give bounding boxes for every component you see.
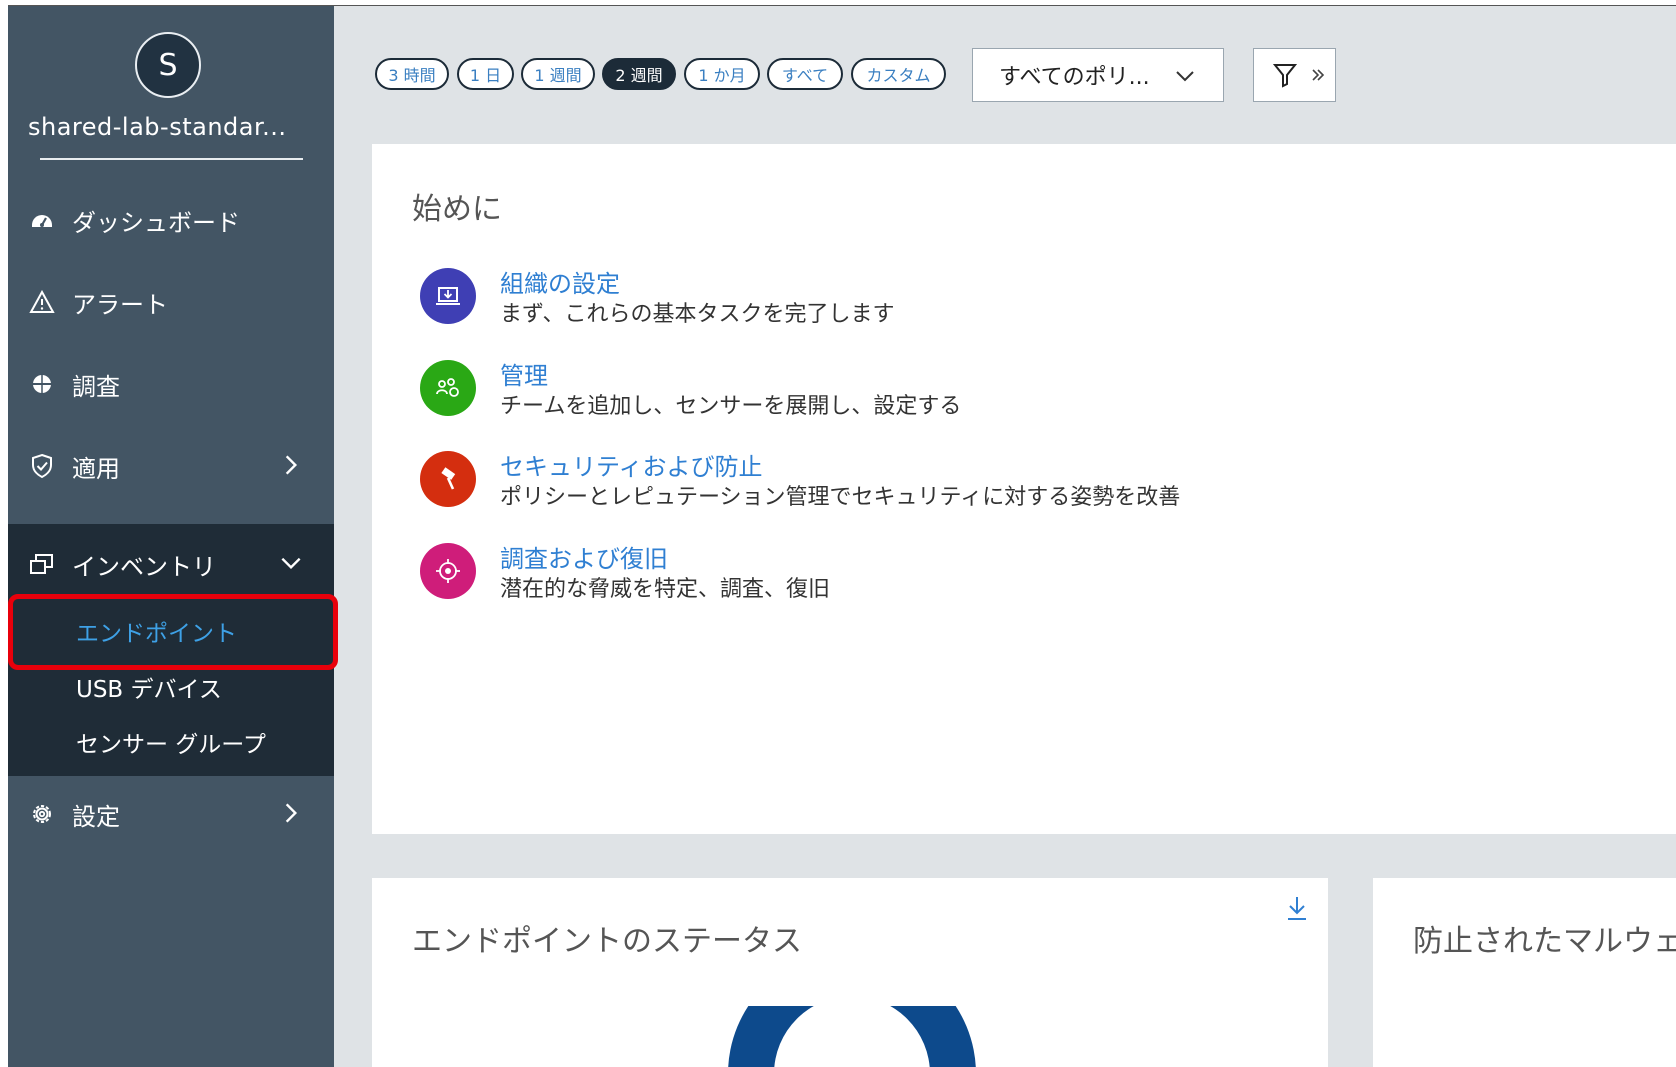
time-filter-1w[interactable]: 1 週間	[521, 58, 595, 90]
setup-laptop-icon	[420, 268, 476, 324]
chevron-down-icon	[1176, 71, 1194, 82]
gs-link-security[interactable]: セキュリティおよび防止	[500, 447, 763, 482]
endpoint-status-title: エンドポイントのステータス	[412, 924, 802, 959]
gs-desc-org-setup: まず、これらの基本タスクを完了します	[500, 302, 895, 327]
malware-prevented-title: 防止されたマルウェ	[1413, 924, 1676, 959]
gs-link-admin[interactable]: 管理	[500, 356, 548, 391]
org-divider	[40, 158, 303, 160]
nav-item-dashboard[interactable]: ダッシュボード	[8, 190, 334, 250]
chevron-down-icon	[281, 557, 301, 570]
nav-label-enforce: 適用	[72, 454, 120, 483]
gs-link-org-setup[interactable]: 組織の設定	[500, 264, 620, 299]
shield-check-icon	[28, 452, 56, 480]
dashboard-gauge-icon	[28, 206, 56, 234]
app-frame: S shared-lab-standar... ダッシュボード アラート 調査	[8, 5, 1676, 1067]
nav-sub-sensor-groups[interactable]: センサー グループ	[76, 725, 266, 759]
team-icon	[420, 360, 476, 416]
highlight-box	[8, 594, 338, 670]
org-avatar[interactable]: S	[135, 32, 201, 98]
nav-item-settings[interactable]: 設定	[8, 784, 334, 844]
gs-item-org-setup: 組織の設定 まず、これらの基本タスクを完了します	[420, 264, 1320, 332]
funnel-icon	[1272, 64, 1298, 88]
chevron-right-icon	[285, 803, 298, 823]
nav-item-enforce[interactable]: 適用	[8, 436, 334, 496]
policy-dropdown-value: すべてのポリ...	[999, 65, 1150, 90]
time-filter-all[interactable]: すべて	[767, 58, 843, 90]
time-filter-1m[interactable]: 1 か月	[684, 58, 760, 90]
nav-item-investigate[interactable]: 調査	[8, 354, 334, 414]
nav-label-alerts: アラート	[72, 290, 168, 319]
time-filter-3h[interactable]: 3 時間	[375, 58, 449, 90]
endpoint-status-donut	[728, 1006, 976, 1067]
time-filter-1d[interactable]: 1 日	[457, 58, 514, 90]
nav-item-alerts[interactable]: アラート	[8, 272, 334, 332]
download-icon[interactable]	[1284, 894, 1310, 922]
chevron-right-icon	[285, 455, 298, 475]
inventory-icon	[28, 550, 56, 578]
nav-label-settings: 設定	[72, 802, 120, 831]
gear-icon	[28, 800, 56, 828]
policy-dropdown[interactable]: すべてのポリ...	[972, 48, 1224, 102]
gs-link-investigate[interactable]: 調査および復旧	[500, 539, 668, 574]
org-name[interactable]: shared-lab-standar...	[28, 113, 298, 141]
investigate-icon	[28, 370, 56, 398]
gavel-icon	[420, 451, 476, 507]
double-chevron-right-icon	[1312, 69, 1325, 81]
gs-item-admin: 管理 チームを追加し、センサーを展開し、設定する	[420, 356, 1320, 424]
warning-triangle-icon	[28, 288, 56, 316]
gs-desc-admin: チームを追加し、センサーを展開し、設定する	[500, 394, 962, 419]
gs-item-security: セキュリティおよび防止 ポリシーとレピュテーション管理でセキュリティに対する姿勢…	[420, 447, 1320, 515]
nav-label-dashboard: ダッシュボード	[72, 208, 240, 237]
getting-started-title: 始めに	[412, 192, 502, 227]
nav-item-inventory[interactable]: インベントリ	[8, 534, 334, 594]
gs-desc-security: ポリシーとレピュテーション管理でセキュリティに対する姿勢を改善	[500, 485, 1181, 510]
gs-item-investigate: 調査および復旧 潜在的な脅威を特定、調査、復旧	[420, 539, 1320, 607]
gs-desc-investigate: 潜在的な脅威を特定、調査、復旧	[500, 577, 831, 602]
endpoint-status-card: エンドポイントのステータス	[372, 878, 1328, 1067]
time-filter-2w[interactable]: 2 週間	[602, 58, 676, 90]
nav-label-inventory: インベントリ	[72, 552, 216, 581]
nav-sub-usb-devices[interactable]: USB デバイス	[76, 670, 222, 704]
sidebar: S shared-lab-standar... ダッシュボード アラート 調査	[8, 6, 338, 1067]
malware-prevented-card: 防止されたマルウェ	[1373, 878, 1676, 1067]
nav-label-investigate: 調査	[72, 372, 120, 401]
target-icon	[420, 543, 476, 599]
filter-button[interactable]	[1253, 48, 1336, 102]
time-filter-custom[interactable]: カスタム	[851, 58, 946, 90]
